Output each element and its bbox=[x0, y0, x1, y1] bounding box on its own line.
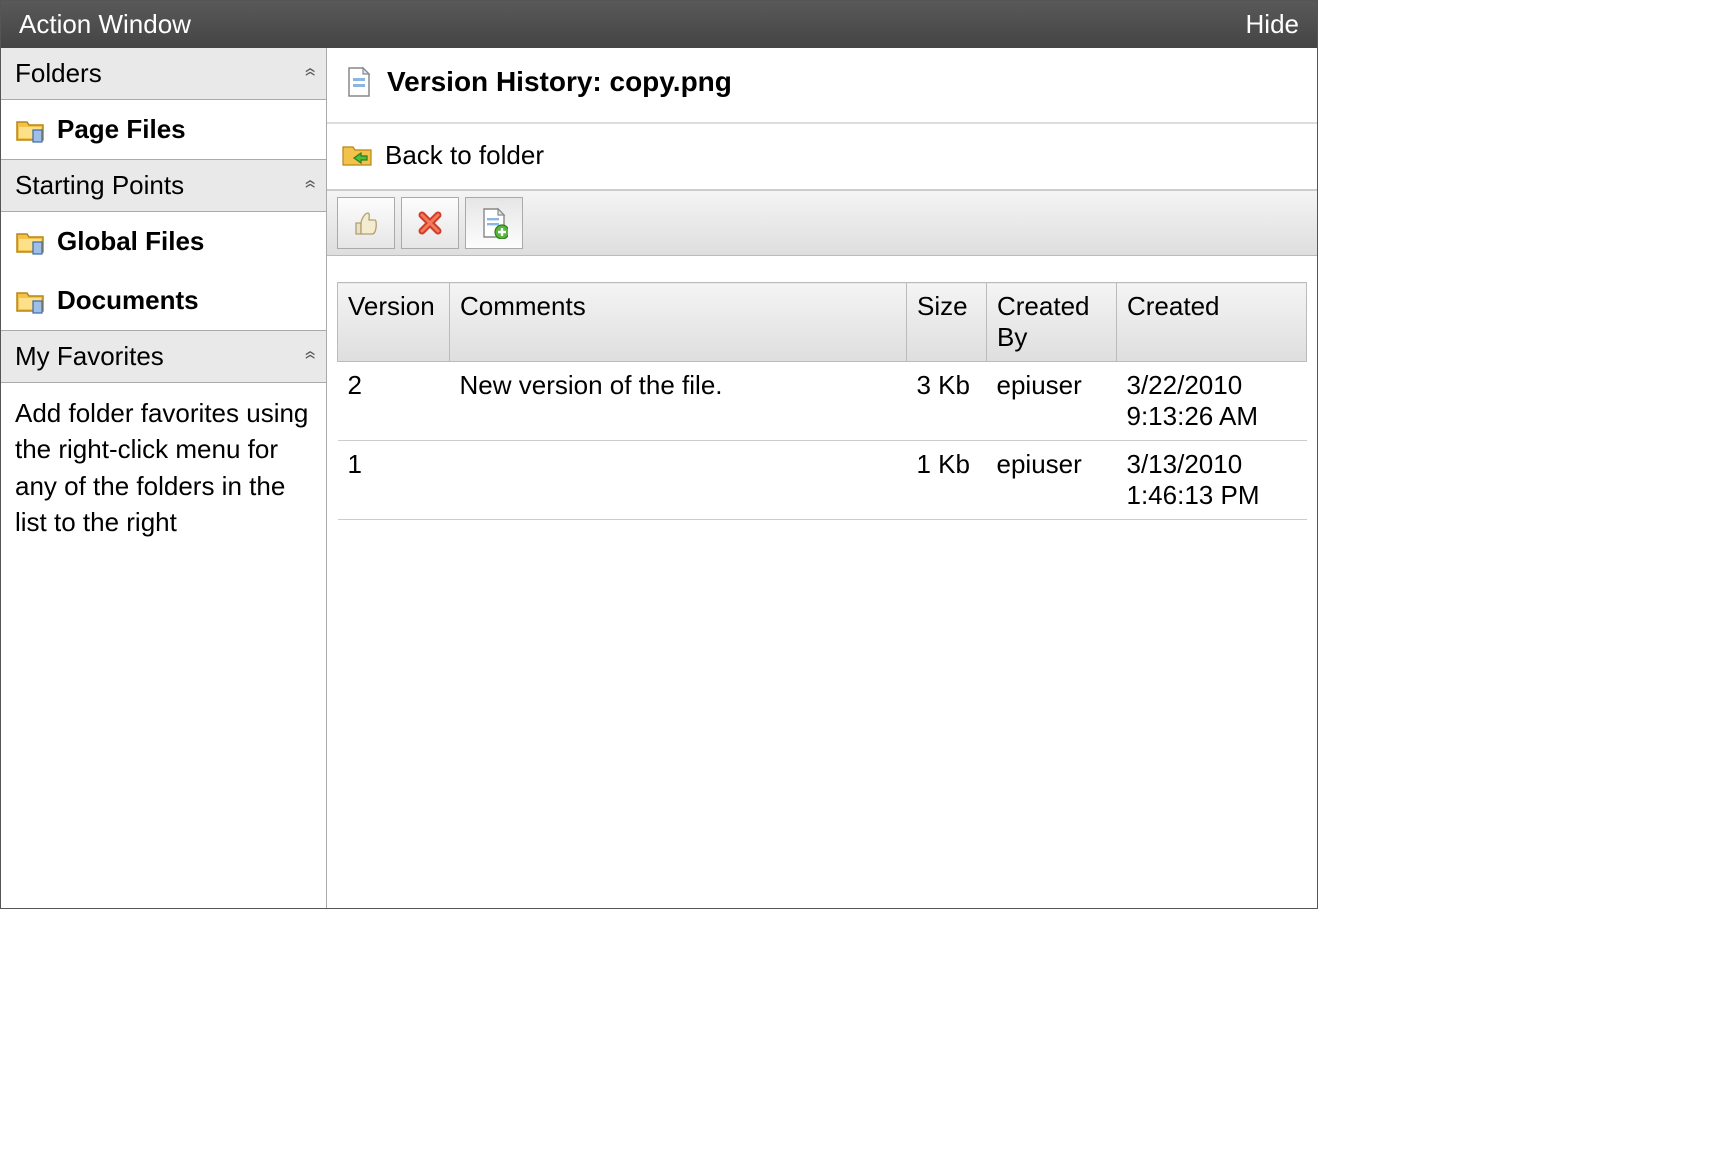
main: Version History: copy.png Back to folder bbox=[327, 48, 1317, 908]
window-title: Action Window bbox=[19, 9, 191, 40]
sidebar: Folders » Page Files Starting Poin bbox=[1, 48, 327, 908]
cell-size: 3 Kb bbox=[907, 362, 987, 441]
add-file-icon bbox=[480, 207, 508, 239]
approve-button[interactable] bbox=[337, 197, 395, 249]
nav-item-global-files[interactable]: Global Files bbox=[1, 212, 326, 271]
col-created-by[interactable]: Created By bbox=[987, 283, 1117, 362]
toolbar bbox=[327, 190, 1317, 256]
cell-created: 3/13/2010 1:46:13 PM bbox=[1117, 441, 1307, 520]
thumbs-up-icon bbox=[351, 209, 381, 237]
table-row[interactable]: 1 1 Kb epiuser 3/13/2010 1:46:13 PM bbox=[338, 441, 1307, 520]
section-title: Starting Points bbox=[15, 170, 184, 201]
section-header-starting-points[interactable]: Starting Points » bbox=[1, 159, 326, 212]
titlebar: Action Window Hide bbox=[1, 1, 1317, 48]
delete-icon bbox=[416, 209, 444, 237]
nav-item-label: Global Files bbox=[57, 226, 204, 257]
section-header-favorites[interactable]: My Favorites » bbox=[1, 330, 326, 383]
folder-icon bbox=[15, 228, 47, 256]
body-area: Folders » Page Files Starting Poin bbox=[1, 48, 1317, 908]
version-table-wrap: Version Comments Size Created By Created… bbox=[327, 256, 1317, 530]
add-version-button[interactable] bbox=[465, 197, 523, 249]
hide-button[interactable]: Hide bbox=[1246, 9, 1299, 40]
collapse-icon: » bbox=[296, 354, 322, 358]
section-body-folders: Page Files bbox=[1, 100, 326, 159]
cell-comments: New version of the file. bbox=[450, 362, 907, 441]
section-header-folders[interactable]: Folders » bbox=[1, 48, 326, 100]
cell-version: 1 bbox=[338, 441, 450, 520]
section-title: My Favorites bbox=[15, 341, 164, 372]
collapse-icon: » bbox=[296, 183, 322, 187]
section-title: Folders bbox=[15, 58, 102, 89]
back-arrow-icon bbox=[341, 141, 375, 171]
cell-created-by: epiuser bbox=[987, 362, 1117, 441]
back-to-folder[interactable]: Back to folder bbox=[327, 124, 1317, 190]
nav-item-label: Page Files bbox=[57, 114, 186, 145]
page-title: Version History: copy.png bbox=[387, 66, 732, 98]
folder-icon bbox=[15, 287, 47, 315]
cell-version: 2 bbox=[338, 362, 450, 441]
version-table: Version Comments Size Created By Created… bbox=[337, 282, 1307, 520]
file-icon bbox=[345, 66, 373, 98]
col-created[interactable]: Created bbox=[1117, 283, 1307, 362]
col-comments[interactable]: Comments bbox=[450, 283, 907, 362]
favorites-hint: Add folder favorites using the right-cli… bbox=[1, 383, 326, 553]
section-body-starting-points: Global Files Documents bbox=[1, 212, 326, 330]
cell-created-by: epiuser bbox=[987, 441, 1117, 520]
cell-size: 1 Kb bbox=[907, 441, 987, 520]
delete-button[interactable] bbox=[401, 197, 459, 249]
col-size[interactable]: Size bbox=[907, 283, 987, 362]
page-title-row: Version History: copy.png bbox=[327, 48, 1317, 124]
action-window: Action Window Hide Folders » bbox=[0, 0, 1318, 909]
nav-item-page-files[interactable]: Page Files bbox=[1, 100, 326, 159]
folder-icon bbox=[15, 116, 47, 144]
table-row[interactable]: 2 New version of the file. 3 Kb epiuser … bbox=[338, 362, 1307, 441]
nav-item-documents[interactable]: Documents bbox=[1, 271, 326, 330]
nav-item-label: Documents bbox=[57, 285, 199, 316]
cell-comments bbox=[450, 441, 907, 520]
cell-created: 3/22/2010 9:13:26 AM bbox=[1117, 362, 1307, 441]
section-body-favorites: Add folder favorites using the right-cli… bbox=[1, 383, 326, 553]
back-label: Back to folder bbox=[385, 140, 544, 171]
collapse-icon: » bbox=[296, 71, 322, 75]
col-version[interactable]: Version bbox=[338, 283, 450, 362]
